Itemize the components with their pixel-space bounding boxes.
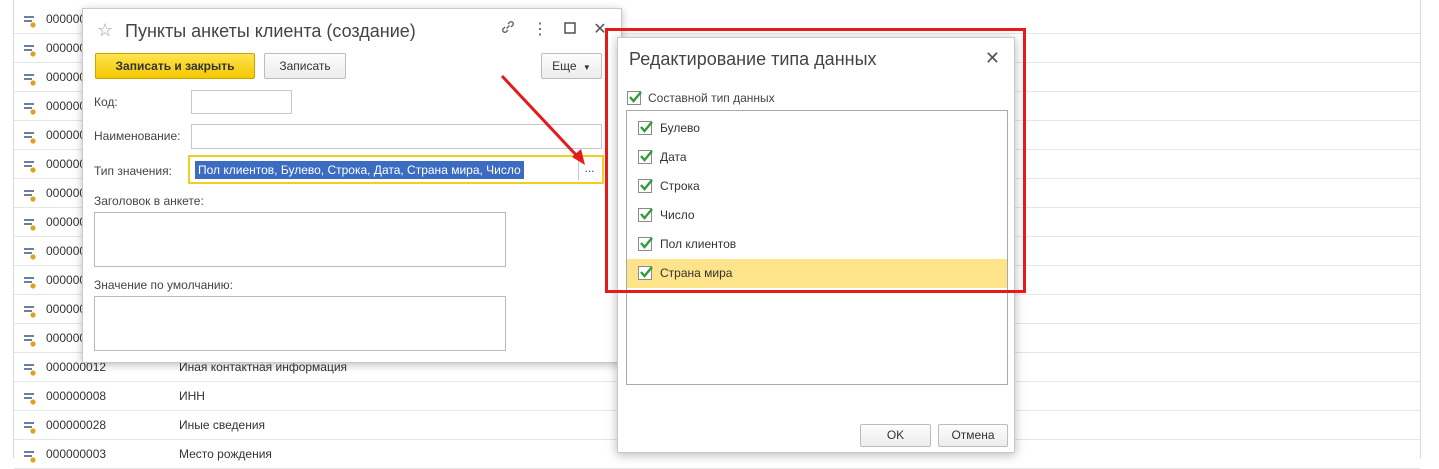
header-textarea[interactable] — [94, 212, 506, 267]
type-row[interactable]: Строка — [627, 172, 1007, 201]
item-icon — [24, 188, 36, 202]
row-code: 000000028 — [46, 418, 107, 432]
more-button-label: Еще — [552, 59, 577, 73]
row-code: 000000 — [46, 99, 87, 113]
type-checkbox[interactable] — [638, 121, 653, 135]
value-type-field[interactable]: Пол клиентов, Булево, Строка, Дата, Стра… — [188, 155, 604, 184]
row-code: 000000 — [46, 70, 87, 84]
type-checkbox[interactable] — [638, 150, 653, 164]
composite-type-checkbox[interactable] — [627, 91, 642, 105]
item-icon — [24, 449, 36, 463]
row-code: 000000 — [46, 273, 87, 287]
item-icon — [24, 420, 36, 434]
link-icon[interactable] — [497, 19, 519, 41]
item-icon — [24, 304, 36, 318]
type-row[interactable]: Дата — [627, 143, 1007, 172]
item-icon — [24, 217, 36, 231]
row-code: 000000 — [46, 41, 87, 55]
form-title: Пункты анкеты клиента (создание) — [125, 21, 416, 41]
row-code: 000000 — [46, 302, 87, 316]
type-label: Страна мира — [660, 266, 733, 280]
maximize-icon[interactable] — [559, 19, 581, 41]
row-code: 000000 — [46, 12, 87, 26]
dialog-title: Редактирование типа данных — [629, 49, 877, 69]
item-icon — [24, 101, 36, 115]
type-label: Число — [660, 208, 695, 222]
type-checkbox[interactable] — [638, 179, 653, 193]
type-row[interactable]: Булево — [627, 114, 1007, 143]
type-editing-dialog: Редактирование типа данных ✕ Составной т… — [617, 37, 1015, 453]
row-code: 000000008 — [46, 389, 107, 403]
item-icon — [24, 72, 36, 86]
form-window: ☆ Пункты анкеты клиента (создание) ⋮ ✕ З… — [82, 8, 622, 363]
cancel-button[interactable]: Отмена — [938, 424, 1008, 447]
row-name: Иные сведения — [179, 418, 266, 432]
type-label: Дата — [660, 150, 687, 164]
item-icon — [24, 14, 36, 28]
item-icon — [24, 159, 36, 173]
row-code: 000000 — [46, 215, 87, 229]
name-label: Наименование: — [94, 129, 181, 143]
dialog-close-icon[interactable]: ✕ — [985, 48, 1000, 69]
header-label: Заголовок в анкете: — [94, 194, 204, 208]
type-checkbox[interactable] — [638, 237, 653, 251]
type-checkbox[interactable] — [638, 208, 653, 222]
row-code: 000000 — [46, 244, 87, 258]
type-label: Строка — [660, 179, 700, 193]
composite-type-label: Составной тип данных — [648, 91, 775, 105]
default-value-textarea[interactable] — [94, 296, 506, 351]
row-code: 000000 — [46, 186, 87, 200]
type-row[interactable]: Страна мира — [627, 259, 1007, 288]
item-icon — [24, 333, 36, 347]
types-list[interactable]: Булево Дата Строка Число Пол клиентов Страна … — [626, 110, 1008, 385]
row-code: 000000 — [46, 331, 87, 345]
save-and-close-button[interactable]: Записать и закрыть — [95, 53, 255, 79]
more-button[interactable]: Еще ▼ — [541, 53, 602, 79]
item-icon — [24, 43, 36, 57]
chevron-down-icon: ▼ — [582, 63, 591, 72]
item-icon — [24, 246, 36, 260]
value-type-text: Пол клиентов, Булево, Строка, Дата, Стра… — [195, 161, 524, 179]
type-label: Тип значения: — [94, 164, 172, 178]
row-name: Место рождения — [179, 447, 272, 461]
select-type-button[interactable]: ... — [578, 159, 600, 180]
code-field[interactable] — [191, 90, 292, 114]
save-button[interactable]: Записать — [264, 53, 346, 79]
type-row[interactable]: Число — [627, 201, 1007, 230]
item-icon — [24, 362, 36, 376]
type-label: Пол клиентов — [660, 237, 737, 251]
item-icon — [24, 391, 36, 405]
type-label: Булево — [660, 121, 700, 135]
row-name: ИНН — [179, 389, 205, 403]
row-code: 000000 — [46, 128, 87, 142]
item-icon — [24, 130, 36, 144]
default-value-label: Значение по умолчанию: — [94, 278, 233, 292]
name-field[interactable] — [191, 124, 602, 149]
close-icon[interactable]: ✕ — [589, 19, 611, 41]
type-row[interactable]: Пол клиентов — [627, 230, 1007, 259]
item-icon — [24, 275, 36, 289]
more-actions-icon[interactable]: ⋮ — [529, 19, 551, 41]
type-checkbox[interactable] — [638, 266, 653, 280]
code-label: Код: — [94, 95, 118, 109]
row-code: 000000003 — [46, 447, 107, 461]
row-code: 000000 — [46, 157, 87, 171]
favorite-star-icon[interactable]: ☆ — [97, 20, 113, 41]
ok-button[interactable]: OK — [860, 424, 931, 447]
